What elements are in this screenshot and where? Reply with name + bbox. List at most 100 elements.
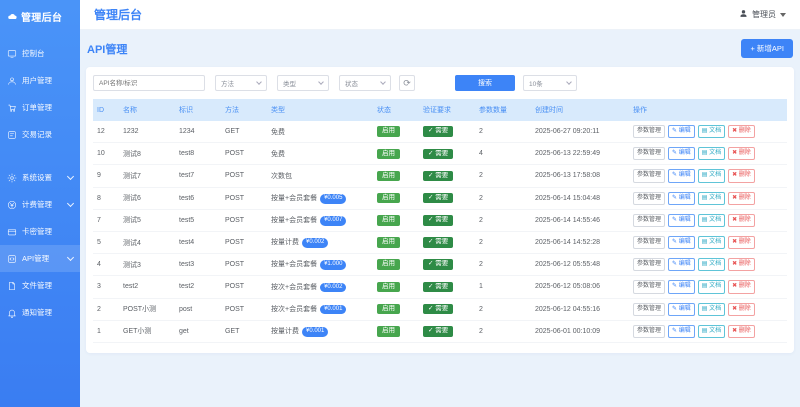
- delete-button[interactable]: ✖ 删除: [728, 213, 755, 227]
- docs-button[interactable]: ▤ 文档: [697, 213, 726, 227]
- sidebar-item-7[interactable]: API管理: [0, 245, 80, 272]
- action-label: 文档: [709, 238, 722, 245]
- cell-status: 启用: [373, 142, 419, 166]
- action-label: 编辑: [678, 194, 691, 201]
- type-label: 免费: [271, 150, 285, 158]
- delete-button[interactable]: ✖ 删除: [728, 191, 755, 205]
- params-button[interactable]: 参数管理: [633, 191, 666, 205]
- delete-button[interactable]: ✖ 删除: [728, 324, 755, 338]
- refresh-icon[interactable]: ⟳: [399, 75, 415, 91]
- params-button[interactable]: 参数管理: [633, 147, 666, 161]
- sidebar-item-2[interactable]: 订单管理: [0, 94, 80, 121]
- docs-button[interactable]: ▤ 文档: [697, 147, 726, 161]
- status-badge: 启用: [377, 303, 400, 315]
- cell-verify: ✓ 需要: [419, 121, 475, 144]
- delete-button[interactable]: ✖ 删除: [728, 280, 755, 294]
- column-header: 状态: [373, 99, 419, 121]
- search-input[interactable]: [93, 75, 205, 91]
- cell-status: 启用: [373, 320, 419, 343]
- sidebar-item-4[interactable]: 系统设置: [0, 164, 80, 191]
- price-badge: ¥0.007: [320, 215, 347, 226]
- cell-key: post: [175, 298, 221, 321]
- status-select[interactable]: 状态: [339, 75, 391, 91]
- search-button[interactable]: 搜索: [455, 75, 515, 91]
- params-button[interactable]: 参数管理: [633, 213, 666, 227]
- docs-button[interactable]: ▤ 文档: [697, 191, 726, 205]
- sidebar-item-9[interactable]: 通知管理: [0, 299, 80, 326]
- page-title: API管理: [87, 43, 128, 56]
- docs-button[interactable]: ▤ 文档: [697, 324, 726, 338]
- action-label: 编辑: [678, 327, 691, 334]
- cell-verify: ✓ 需要: [419, 142, 475, 166]
- sidebar-item-6[interactable]: 卡密管理: [0, 218, 80, 245]
- user-menu[interactable]: 管理员: [739, 9, 786, 20]
- cell-method: POST: [221, 164, 267, 188]
- docs-button[interactable]: ▤ 文档: [697, 258, 726, 272]
- delete-button[interactable]: ✖ 删除: [728, 147, 755, 161]
- edit-button[interactable]: ✎ 编辑: [668, 147, 695, 161]
- cell-key: test5: [175, 209, 221, 232]
- action-label: 编辑: [678, 172, 691, 179]
- verify-label: 需要: [435, 304, 449, 312]
- chevron-down-icon: [66, 172, 75, 181]
- cell-name: 测试6: [119, 187, 175, 210]
- params-button[interactable]: 参数管理: [633, 125, 666, 139]
- edit-button[interactable]: ✎ 编辑: [668, 324, 695, 338]
- app-title: 管理后台: [21, 13, 63, 24]
- delete-button[interactable]: ✖ 删除: [728, 302, 755, 316]
- edit-button[interactable]: ✎ 编辑: [668, 280, 695, 294]
- edit-button[interactable]: ✎ 编辑: [668, 302, 695, 316]
- delete-button[interactable]: ✖ 删除: [728, 125, 755, 139]
- docs-button[interactable]: ▤ 文档: [697, 280, 726, 294]
- delete-icon: ✖: [732, 172, 739, 179]
- docs-button[interactable]: ▤ 文档: [697, 125, 726, 139]
- cell-type: 按次+会员套餐 ¥0.002: [267, 275, 373, 299]
- delete-button[interactable]: ✖ 删除: [728, 258, 755, 272]
- verify-label: 需要: [435, 149, 449, 157]
- table-row: 3 test2 test2 POST 按次+会员套餐 ¥0.002 启用 ✓ 需要 1 2025-…: [93, 275, 787, 299]
- sidebar-item-1[interactable]: 用户管理: [0, 67, 80, 94]
- params-button[interactable]: 参数管理: [633, 302, 666, 316]
- edit-button[interactable]: ✎ 编辑: [668, 191, 695, 205]
- column-header: 验证要求: [419, 99, 475, 121]
- params-button[interactable]: 参数管理: [633, 324, 666, 338]
- add-api-button[interactable]: + 新增API: [741, 39, 793, 58]
- edit-button[interactable]: ✎ 编辑: [668, 169, 695, 183]
- params-button[interactable]: 参数管理: [633, 169, 666, 183]
- cell-params: 2: [475, 253, 531, 277]
- type-select[interactable]: 类型: [277, 75, 329, 91]
- cell-status: 启用: [373, 187, 419, 210]
- sidebar-item-3[interactable]: 交易记录: [0, 121, 80, 148]
- cell-created: 2025-06-01 00:10:09: [531, 320, 629, 343]
- cell-params: 2: [475, 298, 531, 321]
- cell-status: 启用: [373, 164, 419, 188]
- action-label: 文档: [709, 128, 722, 134]
- docs-button[interactable]: ▤ 文档: [697, 235, 726, 250]
- params-button[interactable]: 参数管理: [633, 280, 666, 294]
- sidebar-item-label: 订单管理: [22, 103, 52, 112]
- cell-type: 按次+会员套餐 ¥0.001: [267, 298, 373, 321]
- sidebar-item-8[interactable]: 文件管理: [0, 272, 80, 299]
- edit-button[interactable]: ✎ 编辑: [668, 235, 695, 250]
- edit-button[interactable]: ✎ 编辑: [668, 213, 695, 227]
- edit-button[interactable]: ✎ 编辑: [668, 125, 695, 139]
- delete-button[interactable]: ✖ 删除: [728, 169, 755, 183]
- docs-button[interactable]: ▤ 文档: [697, 302, 726, 316]
- params-button[interactable]: 参数管理: [633, 258, 666, 272]
- delete-button[interactable]: ✖ 删除: [728, 235, 755, 250]
- params-button[interactable]: 参数管理: [633, 235, 666, 250]
- edit-button[interactable]: ✎ 编辑: [668, 258, 695, 272]
- edit-icon: ✎: [672, 194, 679, 201]
- docs-button[interactable]: ▤ 文档: [697, 169, 726, 183]
- page-size-select[interactable]: 10条: [523, 75, 577, 91]
- cell-name: 测试3: [119, 253, 175, 277]
- cell-id: 7: [93, 209, 119, 232]
- sidebar-item-5[interactable]: 计费管理: [0, 191, 80, 218]
- cell-params: 2: [475, 209, 531, 232]
- method-select[interactable]: 方法: [215, 75, 267, 91]
- docs-icon: ▤: [701, 283, 710, 290]
- sidebar-item-0[interactable]: 控制台: [0, 40, 80, 67]
- verify-badge: ✓ 需要: [423, 148, 454, 160]
- action-label: 删除: [738, 128, 751, 134]
- verify-label: 需要: [435, 216, 449, 224]
